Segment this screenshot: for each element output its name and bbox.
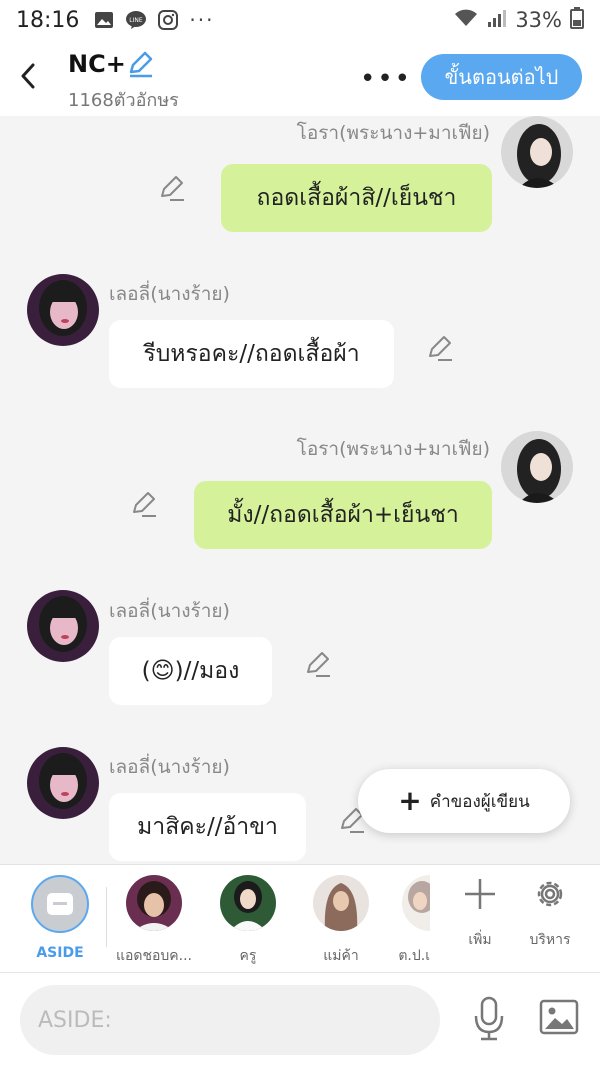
aside-label: ASIDE <box>36 945 84 961</box>
character-bar: ASIDE แอดชอบค... ครู แม่ค้า ต.ป.เ เพิ่ม <box>0 864 600 972</box>
message-sender: โอรา(พระนาง+มาเฟีย) <box>296 438 490 460</box>
character-label: ครู <box>239 948 257 964</box>
microphone-icon[interactable] <box>468 993 510 1045</box>
message-bubble[interactable]: มั้ง//ถอดเสื้อผ้า+เย็นชา <box>194 481 492 549</box>
writer-note-button[interactable]: + คำของผู้เขียน <box>358 769 570 833</box>
character-count: 1168ตัวอักษร <box>68 90 179 111</box>
plus-icon <box>448 877 512 915</box>
character-aside[interactable]: ASIDE <box>15 875 105 961</box>
manage-label: บริหาร <box>529 932 571 948</box>
character-avatar <box>313 875 369 931</box>
character-item[interactable]: แอดชอบค... <box>109 875 199 967</box>
edit-pencil-icon[interactable] <box>304 650 332 678</box>
plus-icon: + <box>398 784 422 817</box>
chat-header: NC+ 1168ตัวอักษร ••• ขั้นตอนต่อไป <box>0 40 600 116</box>
edit-title-pencil-icon[interactable] <box>126 50 154 82</box>
avatar-lerly[interactable] <box>27 590 99 662</box>
more-notifications-icon: ··· <box>189 8 215 32</box>
character-label: แอดชอบค... <box>115 948 193 964</box>
battery-percent: 33% <box>515 8 562 32</box>
add-label: เพิ่ม <box>468 932 492 948</box>
manage-button[interactable]: บริหาร <box>518 877 582 951</box>
add-character-button[interactable]: เพิ่ม <box>448 877 512 951</box>
status-time: 18:16 <box>16 7 80 33</box>
edit-pencil-icon[interactable] <box>426 334 454 362</box>
character-avatar <box>126 875 182 931</box>
story-title: NC+ <box>68 50 126 78</box>
instagram-icon <box>157 9 179 31</box>
message-sender: โอรา(พระนาง+มาเฟีย) <box>296 122 490 144</box>
message-sender: เลอลี่(นางร้าย) <box>109 756 230 778</box>
avatar-ora[interactable] <box>501 116 573 188</box>
message-bubble[interactable]: รีบหรอคะ//ถอดเสื้อผ้า <box>109 320 394 388</box>
character-label: ต.ป.เ <box>398 948 430 964</box>
edit-pencil-icon[interactable] <box>130 490 158 518</box>
more-options-icon[interactable]: ••• <box>360 64 412 94</box>
message-sender: เลอลี่(นางร้าย) <box>109 283 230 305</box>
avatar-lerly[interactable] <box>27 747 99 819</box>
character-avatar <box>220 875 276 931</box>
avatar-lerly[interactable] <box>27 274 99 346</box>
line-app-icon: LINE <box>125 9 147 31</box>
gear-icon <box>518 877 582 915</box>
character-avatar <box>402 875 430 931</box>
battery-icon <box>570 6 584 34</box>
edit-pencil-icon[interactable] <box>158 174 186 202</box>
character-item[interactable]: ครู <box>203 875 293 967</box>
message-input[interactable] <box>20 985 440 1055</box>
image-icon[interactable] <box>538 997 580 1037</box>
aside-avatar <box>31 875 89 933</box>
signal-icon <box>487 8 507 33</box>
next-step-button[interactable]: ขั้นตอนต่อไป <box>421 54 582 100</box>
writer-note-label: คำของผู้เขียน <box>429 791 530 812</box>
back-button[interactable] <box>14 60 42 92</box>
svg-text:LINE: LINE <box>130 17 144 24</box>
status-bar: 18:16 LINE ··· 33% <box>0 0 600 40</box>
input-bar <box>0 972 600 1067</box>
message-bubble[interactable]: ถอดเสื้อผ้าสิ//เย็นชา <box>221 164 492 232</box>
gallery-icon <box>93 9 115 31</box>
speech-bubble-icon <box>47 893 73 915</box>
wifi-icon <box>453 8 479 33</box>
chat-area: โอรา(พระนาง+มาเฟีย) ถอดเสื้อผ้าสิ//เย็นช… <box>0 116 600 864</box>
message-sender: เลอลี่(นางร้าย) <box>109 600 230 622</box>
message-bubble[interactable]: มาสิคะ//อ้าขา <box>109 793 306 861</box>
message-bubble[interactable]: (😊)//มอง <box>109 637 272 705</box>
divider <box>106 887 107 947</box>
character-item[interactable]: ต.ป.เ <box>372 875 430 967</box>
status-right: 33% <box>453 6 584 34</box>
avatar-ora[interactable] <box>501 431 573 503</box>
